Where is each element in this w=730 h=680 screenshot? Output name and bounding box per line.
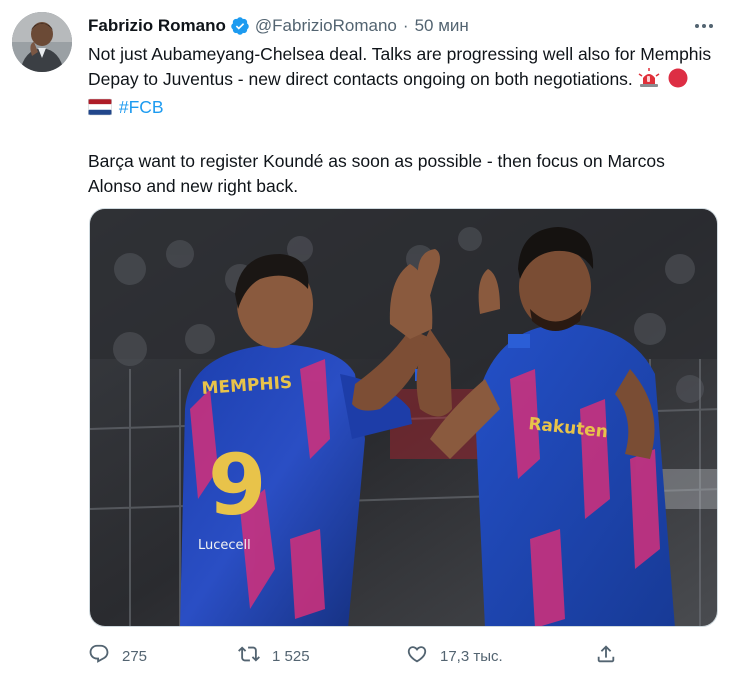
tweet-paragraph-1-text: Not just Aubameyang-Chelsea deal. Talks … [88,44,712,89]
retweet-button[interactable]: 1 525 [238,644,310,668]
tweet-card: Fabrizio Romano @FabrizioRomano · 50 мин… [0,0,730,680]
retweet-icon [238,643,260,669]
jersey-sponsor-left-text: Lucecell [198,538,251,553]
tweet-timestamp[interactable]: 50 мин [415,16,469,36]
tweet-paragraph-2: Barça want to register Koundé as soon as… [88,151,665,196]
author-name[interactable]: Fabrizio Romano [88,16,226,36]
netherlands-flag-icon [88,98,112,123]
share-button[interactable] [595,644,617,668]
author-handle[interactable]: @FabrizioRomano [255,16,397,36]
red-circle-emoji-icon [667,68,689,95]
share-icon [595,643,617,669]
hashtag-link[interactable]: #FCB [119,97,164,117]
tweet-paragraph-1: Not just Aubameyang-Chelsea deal. Talks … [88,42,718,123]
like-count: 17,3 тыс. [440,647,503,665]
avatar[interactable] [12,12,72,72]
football-players-photo: MEMPHIS 9 Lucecell Rakuten [90,209,717,626]
verified-badge-icon [230,16,250,36]
reply-count: 275 [122,647,148,665]
siren-emoji-icon [638,68,660,95]
avatar-image [12,12,72,72]
tweet-text: Not just Aubameyang-Chelsea deal. Talks … [88,42,718,199]
tweet-media-image[interactable]: MEMPHIS 9 Lucecell Rakuten [89,208,718,627]
tweet-actions-bar: 275 1 525 17,3 тыс. [88,644,628,668]
jersey-number-text: 9 [208,436,266,534]
more-dots-icon[interactable] [692,16,716,36]
retweet-count: 1 525 [272,647,310,665]
separator-dot: · [402,16,409,35]
tweet-header: Fabrizio Romano @FabrizioRomano · 50 мин [88,14,469,38]
like-button[interactable]: 17,3 тыс. [406,644,503,668]
reply-icon [88,643,110,669]
reply-button[interactable]: 275 [88,644,147,668]
heart-icon [406,643,428,669]
